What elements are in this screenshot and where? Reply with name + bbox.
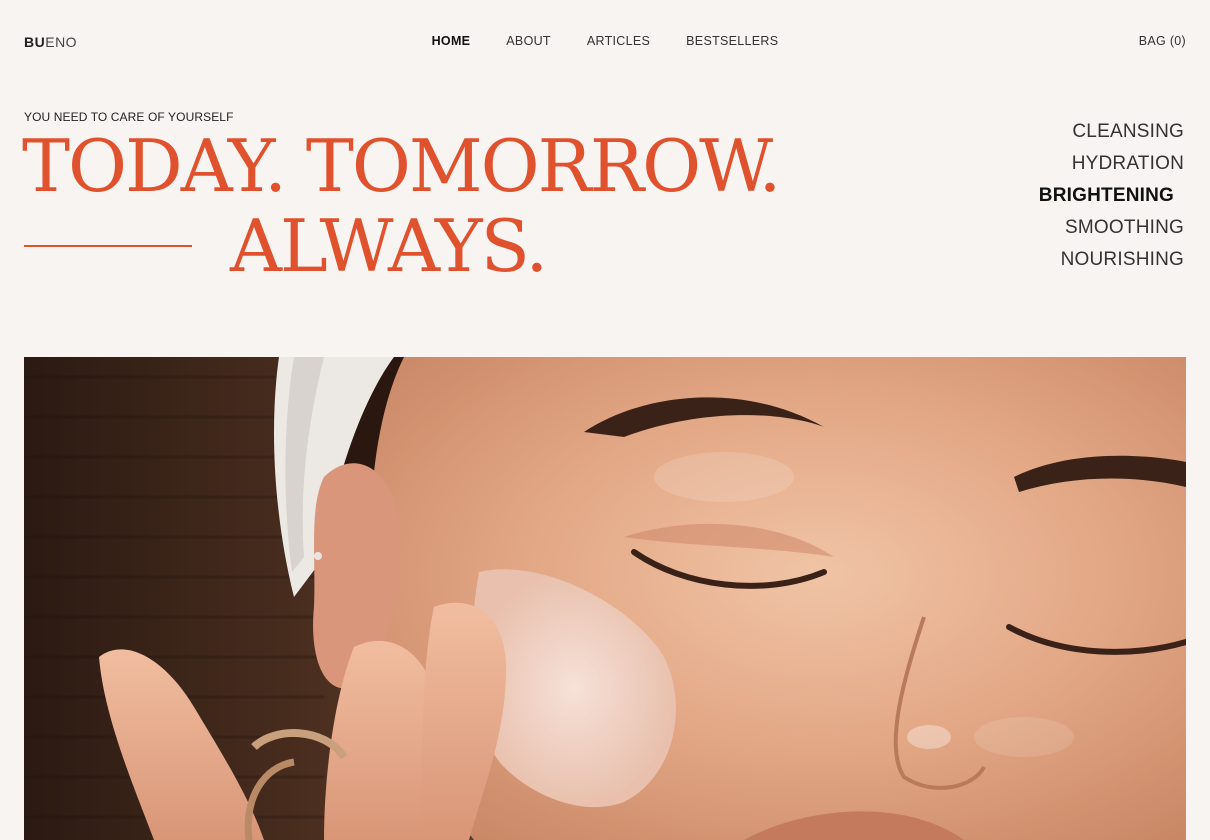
brand-logo[interactable]: BUENO [24,34,77,50]
category-nourishing[interactable]: NOURISHING [1039,244,1184,276]
nav-item-home[interactable]: HOME [432,34,471,48]
category-list: CLEANSING HYDRATION BRIGHTENING SMOOTHIN… [1039,116,1184,276]
hero-headline: TODAY. TOMORROW. ALWAYS. [22,124,781,288]
headline-line-2: ALWAYS. [230,204,548,288]
logo-light-part: ENO [45,34,78,50]
category-brightening[interactable]: BRIGHTENING [1039,180,1174,212]
nav-item-about[interactable]: ABOUT [506,34,551,48]
nav-item-articles[interactable]: ARTICLES [587,34,650,48]
hero-tagline: YOU NEED TO CARE OF YOURSELF [24,110,234,124]
nav-item-bestsellers[interactable]: BESTSELLERS [686,34,778,48]
headline-divider [24,245,192,247]
skincare-photo [24,357,1186,840]
headline-line-1: TODAY. TOMORROW. [22,124,781,208]
logo-bold-part: BU [24,34,46,50]
category-cleansing[interactable]: CLEANSING [1039,116,1184,148]
bag-link[interactable]: BAG (0) [1139,34,1186,48]
hero-image [24,357,1186,840]
page: BUENO HOME ABOUT ARTICLES BESTSELLERS BA… [0,0,1210,840]
category-smoothing[interactable]: SMOOTHING [1039,212,1184,244]
main-nav: HOME ABOUT ARTICLES BESTSELLERS [0,34,1210,48]
category-hydration[interactable]: HYDRATION [1039,148,1184,180]
